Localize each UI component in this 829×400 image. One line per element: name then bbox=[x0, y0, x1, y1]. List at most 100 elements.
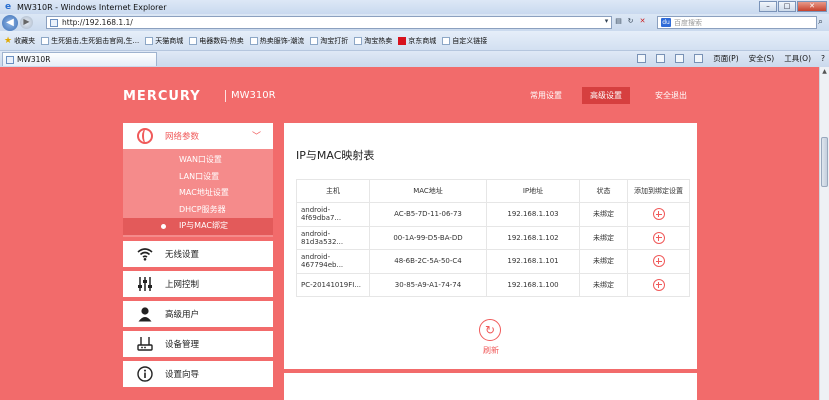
page-menu[interactable]: 页面(P) bbox=[713, 53, 738, 64]
page-title: IP与MAC映射表 bbox=[296, 149, 375, 162]
host-cell: PC-20141019FI... bbox=[296, 272, 370, 297]
search-icon[interactable]: ⌕ bbox=[818, 17, 823, 27]
favorites-label: 收藏夹 bbox=[14, 36, 36, 45]
back-button[interactable]: ◀ bbox=[2, 14, 18, 31]
sidebar-subitem-wan[interactable]: WAN口设置 bbox=[123, 152, 273, 169]
sidebar-item-access-control[interactable]: 上网控制 bbox=[123, 270, 273, 297]
ip-cell: 192.168.1.102 bbox=[486, 225, 580, 250]
sidebar-item-label: 无线设置 bbox=[165, 249, 200, 260]
page-icon bbox=[6, 55, 14, 64]
window-controls: – □ ✕ bbox=[759, 1, 827, 12]
sidebar-subitem-lan[interactable]: LAN口设置 bbox=[123, 169, 273, 186]
favorites-button[interactable]: 收藏夹 bbox=[14, 36, 35, 46]
safety-menu[interactable]: 安全(S) bbox=[749, 53, 775, 64]
refresh-icon[interactable]: ↻ bbox=[479, 319, 501, 341]
search-placeholder: 百度搜索 bbox=[674, 18, 702, 27]
add-binding-icon[interactable] bbox=[652, 208, 665, 221]
feeds-icon[interactable] bbox=[656, 54, 666, 63]
favorite-label: 自定义链接 bbox=[452, 36, 488, 45]
chevron-down-icon: ﹀ bbox=[251, 132, 261, 142]
favorite-label: 淘宝热卖 bbox=[364, 36, 393, 45]
nav-common-settings[interactable]: 常用设置 bbox=[522, 87, 570, 104]
page-icon bbox=[50, 18, 58, 27]
column-header: MAC地址 bbox=[369, 179, 487, 203]
dropdown-icon[interactable]: ▾ bbox=[602, 17, 611, 26]
sidebar-subitem-ip-mac-binding[interactable]: IP与MAC绑定 bbox=[123, 218, 273, 235]
sidebar-item-advanced-user[interactable]: 高级用户 bbox=[123, 300, 273, 327]
main-panel: IP与MAC映射表 主机 MAC地址 IP地址 状态 添加到绑定设置 andro… bbox=[284, 123, 697, 369]
favorite-link[interactable]: 淘宝打折 bbox=[310, 36, 348, 46]
star-icon: ★ bbox=[4, 35, 13, 46]
sidebar-group-label: 网络参数 bbox=[165, 132, 200, 142]
jd-icon bbox=[398, 36, 407, 45]
sidebar-item-setup-wizard[interactable]: 设置向导 bbox=[123, 360, 273, 387]
mac-cell: 00-1A-99-D5-BA-DD bbox=[369, 225, 487, 250]
help-icon[interactable]: ? bbox=[821, 54, 825, 63]
url-tools: ▾ ▤ ↻ ✕ bbox=[602, 17, 647, 26]
add-binding-cell bbox=[627, 272, 690, 297]
print-icon[interactable] bbox=[694, 54, 704, 63]
stop-icon[interactable]: ✕ bbox=[638, 17, 647, 26]
main-panel-footer bbox=[284, 373, 697, 400]
refresh-page-icon[interactable]: ↻ bbox=[626, 17, 635, 26]
sidebar-submenu: WAN口设置 LAN口设置 MAC地址设置 DHCP服务器 IP与MAC绑定 bbox=[123, 149, 273, 237]
favorite-link[interactable]: 生死狙击,生死狙击官网,生... bbox=[41, 36, 139, 46]
search-input[interactable]: du 百度搜索 bbox=[657, 16, 817, 29]
favorite-link[interactable]: 热卖服饰-潮流 bbox=[249, 36, 305, 46]
sidebar-subitem-mac[interactable]: MAC地址设置 bbox=[123, 185, 273, 202]
add-binding-icon[interactable] bbox=[652, 255, 665, 268]
minimize-button[interactable]: – bbox=[759, 1, 777, 12]
table-row: android-81d3a532... 00-1A-99-D5-BA-DD 19… bbox=[296, 225, 690, 250]
tools-menu[interactable]: 工具(O) bbox=[784, 53, 811, 64]
favorite-link[interactable]: 淘宝热卖 bbox=[354, 36, 392, 46]
table-row: android-4f69dba7... AC-B5-7D-11-06-73 19… bbox=[296, 202, 690, 227]
sidebar-item-label: 设置向导 bbox=[165, 369, 200, 380]
nav-logout[interactable]: 安全退出 bbox=[647, 87, 695, 104]
ip-cell: 192.168.1.100 bbox=[486, 272, 580, 297]
sidebar-subitem-dhcp[interactable]: DHCP服务器 bbox=[123, 202, 273, 219]
status-cell: 未绑定 bbox=[579, 272, 628, 297]
vertical-scrollbar[interactable]: ▲ bbox=[819, 67, 829, 400]
favorite-label: 热卖服饰-潮流 bbox=[259, 36, 305, 45]
table-row: android-467794eb... 48-6B-2C-5A-50-C4 19… bbox=[296, 249, 690, 274]
favorite-link[interactable]: 天猫商城 bbox=[145, 36, 183, 46]
link-icon bbox=[189, 36, 198, 45]
forward-button[interactable]: ▶ bbox=[20, 16, 33, 29]
nav-advanced-settings[interactable]: 高级设置 bbox=[582, 87, 630, 104]
favorite-link[interactable]: 京东商城 bbox=[398, 36, 436, 46]
add-binding-icon[interactable] bbox=[652, 231, 665, 244]
ie-logo-icon: e bbox=[4, 2, 12, 12]
home-icon[interactable] bbox=[637, 54, 647, 63]
favorite-link[interactable]: 自定义链接 bbox=[442, 36, 487, 46]
window-titlebar: e MW310R - Windows Internet Explorer – □… bbox=[0, 0, 829, 14]
mail-icon[interactable] bbox=[675, 54, 685, 63]
url-field[interactable]: http://192.168.1.1/ bbox=[46, 16, 612, 29]
sidebar-item-wireless[interactable]: 无线设置 bbox=[123, 240, 273, 267]
browser-tab[interactable]: MW310R bbox=[2, 52, 157, 66]
compat-view-icon[interactable]: ▤ bbox=[614, 17, 623, 26]
favorite-label: 天猫商城 bbox=[155, 36, 184, 45]
sidebar-item-device-management[interactable]: 设备管理 bbox=[123, 330, 273, 357]
close-window-button[interactable]: ✕ bbox=[797, 1, 827, 12]
favorite-link[interactable]: 电器数码-热卖 bbox=[189, 36, 244, 46]
sidebar-group-network[interactable]: 网络参数 ﹀ bbox=[123, 123, 273, 149]
link-icon bbox=[310, 36, 319, 45]
add-binding-cell bbox=[627, 202, 690, 227]
status-cell: 未绑定 bbox=[579, 225, 628, 250]
sidebar: 网络参数 ﹀ WAN口设置 LAN口设置 MAC地址设置 DHCP服务器 IP与… bbox=[123, 123, 273, 387]
ip-mac-table: 主机 MAC地址 IP地址 状态 添加到绑定设置 android-4f69dba… bbox=[296, 179, 690, 297]
sliders-icon bbox=[137, 276, 153, 292]
refresh-button[interactable]: 刷新 bbox=[480, 345, 502, 356]
baidu-icon: du bbox=[661, 18, 671, 27]
column-header: 添加到绑定设置 bbox=[627, 179, 690, 203]
mac-cell: AC-B5-7D-11-06-73 bbox=[369, 202, 487, 227]
add-binding-icon[interactable] bbox=[652, 278, 665, 291]
add-binding-cell bbox=[627, 225, 690, 250]
url-text: http://192.168.1.1/ bbox=[62, 18, 133, 27]
sidebar-item-label: 设备管理 bbox=[165, 339, 200, 350]
maximize-button[interactable]: □ bbox=[778, 1, 796, 12]
scroll-thumb[interactable] bbox=[821, 137, 828, 187]
scroll-up-icon[interactable]: ▲ bbox=[820, 67, 829, 77]
column-header: 状态 bbox=[579, 179, 628, 203]
tab-bar: MW310R 页面(P) 安全(S) 工具(O) ? bbox=[0, 51, 829, 67]
